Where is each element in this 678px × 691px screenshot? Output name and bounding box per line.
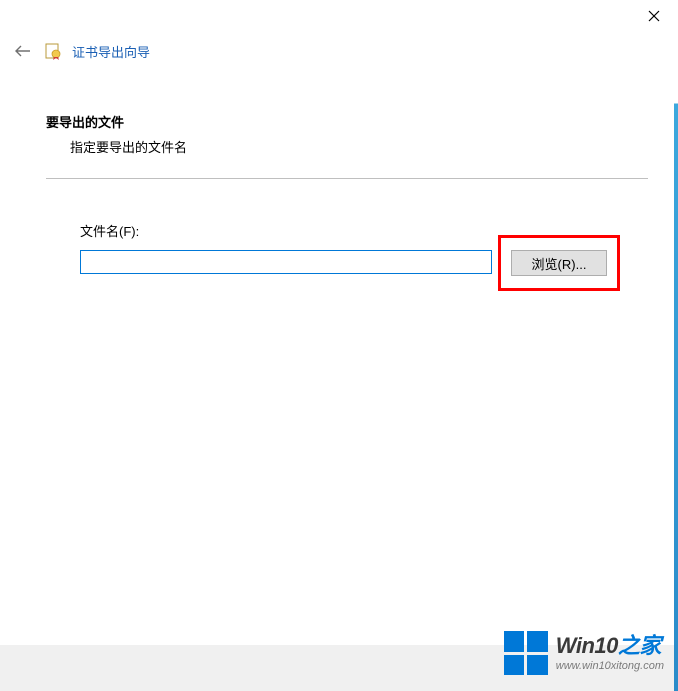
wizard-title: 证书导出向导 xyxy=(72,42,150,61)
back-button[interactable] xyxy=(12,40,34,62)
browse-button[interactable]: 浏览(R)... xyxy=(511,250,607,276)
watermark-brand-suffix: 之家 xyxy=(618,633,661,658)
watermark-brand-prefix: Win10 xyxy=(556,633,618,658)
wizard-header: 证书导出向导 xyxy=(12,40,150,62)
back-arrow-icon xyxy=(15,44,31,58)
section-subtext: 指定要导出的文件名 xyxy=(70,137,648,156)
watermark-url: www.win10xitong.com xyxy=(556,660,664,672)
browse-highlight: 浏览(R)... xyxy=(498,235,620,291)
filename-row: 浏览(R)... xyxy=(80,250,648,291)
windows-logo-icon xyxy=(504,631,548,675)
certificate-icon xyxy=(44,42,62,60)
window-edge xyxy=(674,0,678,691)
wizard-content: 要导出的文件 指定要导出的文件名 文件名(F): 浏览(R)... xyxy=(46,112,648,291)
watermark-text: Win10之家 www.win10xitong.com xyxy=(556,634,664,672)
watermark: Win10之家 www.win10xitong.com xyxy=(504,631,664,675)
divider xyxy=(46,178,648,179)
watermark-brand: Win10之家 xyxy=(556,634,664,658)
section-heading: 要导出的文件 xyxy=(46,112,648,131)
filename-input[interactable] xyxy=(80,250,492,274)
close-icon xyxy=(648,10,660,22)
close-button[interactable] xyxy=(646,8,662,24)
